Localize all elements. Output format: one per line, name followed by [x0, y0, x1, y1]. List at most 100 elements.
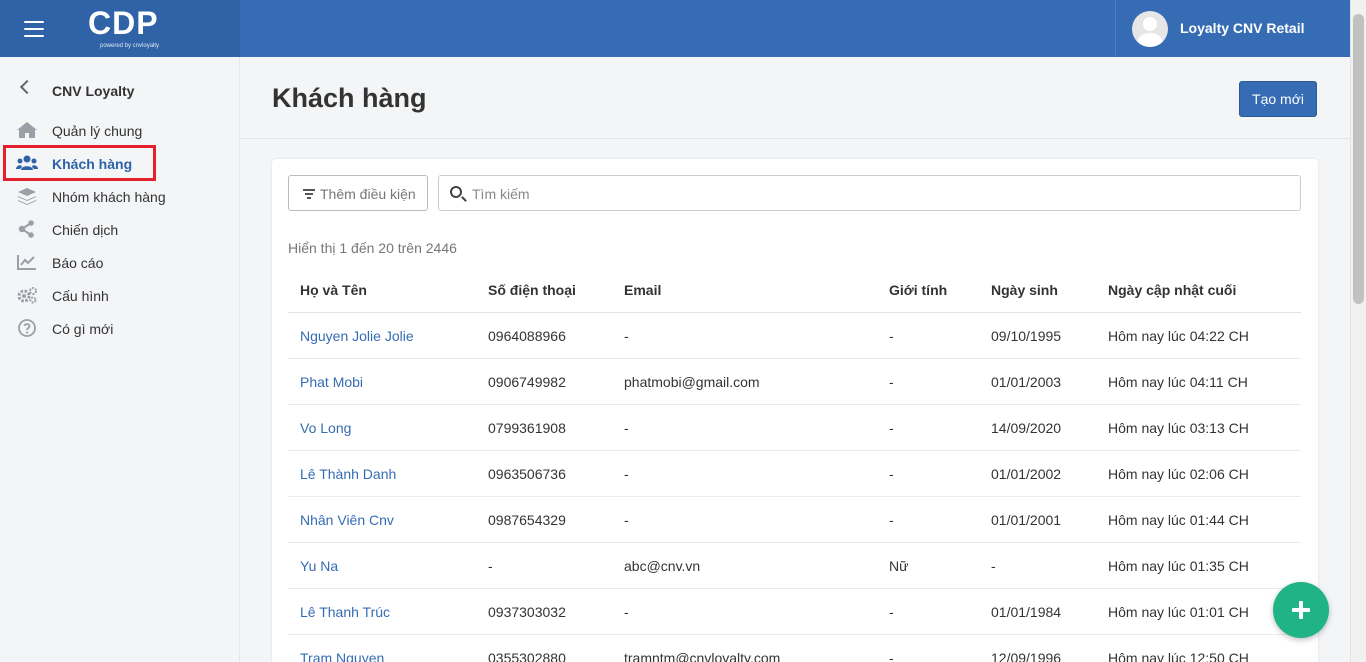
- cell-birthday: 01/01/2001: [991, 512, 1062, 528]
- customer-table: Họ và Tên Số điện thoại Email Giới tính …: [288, 269, 1301, 662]
- cell-email: phatmobi@gmail.com: [624, 374, 760, 390]
- cell-phone: 0964088966: [488, 328, 566, 344]
- hamburger-menu-icon[interactable]: [24, 21, 44, 37]
- table-row[interactable]: Lê Thành Danh 0963506736 - - 01/01/2002 …: [288, 451, 1301, 497]
- add-condition-button[interactable]: Thêm điều kiện: [288, 175, 428, 211]
- user-menu[interactable]: Loyalty CNV Retail: [1115, 0, 1350, 57]
- customer-name-link[interactable]: Lê Thanh Trúc: [300, 604, 390, 620]
- top-bar: CDP powered by cnvloyalty Loyalty CNV Re…: [0, 0, 1350, 57]
- column-header-gender[interactable]: Giới tính: [889, 282, 947, 298]
- cell-phone: 0937303032: [488, 604, 566, 620]
- cell-email: -: [624, 466, 629, 482]
- cell-last-updated: Hôm nay lúc 01:35 CH: [1108, 558, 1249, 574]
- sidebar-item-label: Nhóm khách hàng: [52, 189, 166, 205]
- brand-block: CDP powered by cnvloyalty: [0, 0, 240, 57]
- search-icon: [450, 186, 462, 198]
- cell-last-updated: Hôm nay lúc 12:50 CH: [1108, 650, 1249, 662]
- table-row[interactable]: Nhân Viên Cnv 0987654329 - - 01/01/2001 …: [288, 497, 1301, 543]
- cell-gender: -: [889, 328, 894, 344]
- cell-gender: -: [889, 420, 894, 436]
- logo-tagline: powered by cnvloyalty: [100, 43, 160, 49]
- sidebar-item-quan-ly-chung[interactable]: Quản lý chung: [16, 119, 226, 143]
- cell-last-updated: Hôm nay lúc 04:11 CH: [1108, 374, 1248, 390]
- page-scrollbar[interactable]: [1350, 0, 1366, 662]
- sidebar-back-label: CNV Loyalty: [52, 83, 135, 99]
- cell-last-updated: Hôm nay lúc 01:01 CH: [1108, 604, 1249, 620]
- customer-name-link[interactable]: Tram Nguyen: [300, 650, 384, 662]
- add-fab-button[interactable]: [1273, 582, 1329, 638]
- sidebar-item-nhom-khach-hang[interactable]: Nhóm khách hàng: [16, 185, 226, 209]
- question-icon: [18, 319, 36, 337]
- customer-name-link[interactable]: Nguyen Jolie Jolie: [300, 328, 414, 344]
- cell-gender: -: [889, 466, 894, 482]
- sidebar-item-chien-dich[interactable]: Chiến dịch: [16, 218, 226, 242]
- column-header-email[interactable]: Email: [624, 282, 661, 298]
- table-row[interactable]: Phat Mobi 0906749982 phatmobi@gmail.com …: [288, 359, 1301, 405]
- create-button[interactable]: Tạo mới: [1239, 81, 1317, 117]
- cell-phone: 0906749982: [488, 374, 566, 390]
- page-title: Khách hàng: [272, 83, 427, 113]
- cell-last-updated: Hôm nay lúc 04:22 CH: [1108, 328, 1249, 344]
- sidebar-item-label: Cấu hình: [52, 288, 109, 304]
- cell-birthday: 09/10/1995: [991, 328, 1062, 344]
- cell-gender: -: [889, 512, 894, 528]
- chart-line-icon: [17, 255, 36, 270]
- cell-birthday: -: [991, 558, 996, 574]
- table-header-row: Họ và Tên Số điện thoại Email Giới tính …: [288, 269, 1301, 313]
- table-row[interactable]: Yu Na - abc@cnv.vn Nữ - Hôm nay lúc 01:3…: [288, 543, 1301, 589]
- search-input[interactable]: [472, 184, 1272, 204]
- cell-phone: 0963506736: [488, 466, 566, 482]
- result-count: Hiển thị 1 đến 20 trên 2446: [288, 240, 457, 256]
- scrollbar-thumb[interactable]: [1353, 14, 1364, 304]
- cell-birthday: 01/01/2002: [991, 466, 1062, 482]
- cell-birthday: 01/01/1984: [991, 604, 1062, 620]
- cell-gender: -: [889, 604, 894, 620]
- home-icon: [17, 122, 37, 138]
- add-condition-label: Thêm điều kiện: [320, 186, 416, 202]
- table-row[interactable]: Lê Thanh Trúc 0937303032 - - 01/01/1984 …: [288, 589, 1301, 635]
- sidebar-item-cau-hinh[interactable]: Cấu hình: [16, 284, 226, 308]
- sidebar-item-co-gi-moi[interactable]: Có gì mới: [16, 317, 226, 341]
- search-box[interactable]: [438, 175, 1301, 211]
- customer-name-link[interactable]: Yu Na: [300, 558, 338, 574]
- cell-phone: 0799361908: [488, 420, 566, 436]
- sidebar-item-label: Có gì mới: [52, 321, 114, 337]
- share-icon: [18, 220, 34, 238]
- chevron-left-icon[interactable]: [19, 79, 35, 95]
- sidebar-item-label: Quản lý chung: [52, 123, 143, 139]
- cell-email: abc@cnv.vn: [624, 558, 701, 574]
- column-header-birthday[interactable]: Ngày sinh: [991, 282, 1058, 298]
- sidebar-item-bao-cao[interactable]: Báo cáo: [16, 251, 226, 275]
- cdp-logo[interactable]: CDP: [88, 6, 159, 40]
- sidebar-item-label: Chiến dịch: [52, 222, 119, 238]
- cell-email: -: [624, 328, 629, 344]
- customer-name-link[interactable]: Phat Mobi: [300, 374, 363, 390]
- table-row[interactable]: Vo Long 0799361908 - - 14/09/2020 Hôm na…: [288, 405, 1301, 451]
- customer-name-link[interactable]: Lê Thành Danh: [300, 466, 396, 482]
- layers-icon: [18, 188, 36, 205]
- cell-gender: Nữ: [889, 558, 909, 574]
- column-header-last-updated[interactable]: Ngày cập nhật cuối: [1108, 282, 1236, 298]
- cell-birthday: 12/09/1996: [991, 650, 1062, 662]
- cell-birthday: 01/01/2003: [991, 374, 1062, 390]
- customer-name-link[interactable]: Nhân Viên Cnv: [300, 512, 394, 528]
- sidebar-item-label: Báo cáo: [52, 255, 104, 271]
- filter-icon: [303, 189, 315, 199]
- customer-name-link[interactable]: Vo Long: [300, 420, 351, 436]
- avatar[interactable]: [1132, 11, 1168, 47]
- cell-gender: -: [889, 650, 894, 662]
- gears-icon: [17, 287, 37, 304]
- cell-email: -: [624, 512, 629, 528]
- cell-phone: 0987654329: [488, 512, 566, 528]
- highlight-box: [3, 145, 156, 181]
- cell-phone: -: [488, 558, 493, 574]
- column-header-phone[interactable]: Số điện thoại: [488, 282, 576, 298]
- cell-email: tramntm@cnvloyalty.com: [624, 650, 781, 662]
- column-header-name[interactable]: Họ và Tên: [300, 282, 367, 298]
- user-name[interactable]: Loyalty CNV Retail: [1180, 20, 1304, 36]
- table-row[interactable]: Nguyen Jolie Jolie 0964088966 - - 09/10/…: [288, 313, 1301, 359]
- page-header: Khách hàng Tạo mới: [240, 57, 1350, 139]
- table-row[interactable]: Tram Nguyen 0355302880 tramntm@cnvloyalt…: [288, 635, 1301, 662]
- cell-email: -: [624, 604, 629, 620]
- cell-last-updated: Hôm nay lúc 02:06 CH: [1108, 466, 1249, 482]
